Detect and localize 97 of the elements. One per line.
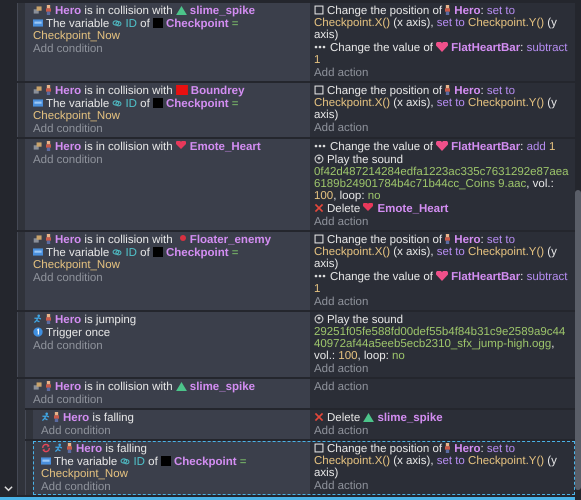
- dot-icon: [180, 235, 186, 241]
- heart-icon: [436, 271, 448, 281]
- action-text[interactable]: Delete slime_spike: [314, 412, 571, 424]
- event-handle[interactable]: [17, 232, 25, 310]
- condition-text[interactable]: Hero is jumping: [33, 314, 306, 326]
- add-action-link[interactable]: Add action: [314, 480, 368, 492]
- add-action-link[interactable]: Add action: [314, 122, 368, 134]
- add-action-link[interactable]: Add action: [314, 425, 368, 437]
- character-sprite-icon: [46, 85, 51, 95]
- collision-icon: [33, 141, 43, 151]
- action-text[interactable]: Change the position of Hero: set to Checkpoint.X() (x axis), set to Checkpoint.Y() (y axis): [314, 5, 571, 41]
- ellipsis-icon: [314, 45, 326, 49]
- character-sprite-icon: [46, 381, 51, 391]
- heart-icon: [176, 141, 186, 149]
- character-sprite-icon: [445, 5, 450, 15]
- ellipsis-icon: [314, 274, 326, 278]
- square-icon: [314, 443, 324, 453]
- delete-icon: [314, 203, 324, 213]
- character-sprite-icon: [46, 234, 51, 244]
- action-text[interactable]: Change the value of FlatHeartBar: subtract 1: [314, 271, 571, 295]
- square-object-icon: [152, 18, 163, 28]
- square-object-icon: [160, 456, 171, 466]
- character-sprite-icon: [445, 443, 450, 453]
- variable-icon: [33, 18, 43, 28]
- slime-icon: [176, 6, 187, 15]
- condition-text[interactable]: Hero is in collision with slime_spike: [33, 381, 306, 393]
- heart-icon: [436, 42, 448, 52]
- running-figure-icon: [54, 443, 64, 453]
- add-action-link[interactable]: Add action: [314, 296, 368, 308]
- collision-icon: [33, 381, 43, 391]
- collision-icon: [33, 5, 43, 15]
- event-handle[interactable]: [17, 3, 25, 81]
- trigger-once-icon: [33, 327, 43, 337]
- square-icon: [314, 85, 324, 95]
- event-handle[interactable]: [17, 312, 25, 377]
- action-text[interactable]: Change the position of Hero: set to Checkpoint.X() (x axis), set to Checkpoint.Y() (y axis): [314, 443, 571, 479]
- event-handle[interactable]: [17, 83, 25, 137]
- square-icon: [314, 5, 324, 15]
- condition-text[interactable]: Hero is in collision with slime_spike: [33, 5, 306, 17]
- event-handle[interactable]: [17, 379, 25, 495]
- condition-text[interactable]: Hero is in collision with Boundrey: [33, 85, 306, 97]
- action-text[interactable]: Change the position of Hero: set to Checkpoint.X() (x axis), set to Checkpoint.Y() (y axis): [314, 234, 571, 270]
- add-action-link[interactable]: Add action: [314, 216, 368, 228]
- action-text[interactable]: Change the position of Hero: set to Checkpoint.X() (x axis), set to Checkpoint.Y() (y axis): [314, 85, 571, 121]
- condition-text[interactable]: Hero is falling: [41, 412, 306, 424]
- add-action-link[interactable]: Add action: [314, 381, 368, 393]
- variable-icon: [33, 247, 43, 257]
- condition-text[interactable]: The variable ID of Checkpoint = Checkpoint_Now: [33, 98, 306, 122]
- condition-text[interactable]: Hero is falling: [41, 443, 306, 455]
- character-sprite-icon: [46, 5, 51, 15]
- event-handle[interactable]: [25, 441, 33, 495]
- condition-text[interactable]: Trigger once: [33, 327, 306, 339]
- event-handle[interactable]: [25, 410, 33, 439]
- square-object-icon: [152, 247, 163, 257]
- add-action-link[interactable]: Add action: [314, 363, 368, 375]
- action-text[interactable]: Play the sound 29251f05fe588fd00def55b4f84b31c9e2589a9c4440972af44a5eeb5ecb2310_sfx_jump-high.ogg, vol.: 100, loop: no: [314, 314, 571, 362]
- action-text[interactable]: Delete Emote_Heart: [314, 203, 571, 215]
- collision-icon: [33, 234, 43, 244]
- delete-icon: [314, 412, 324, 422]
- condition-text[interactable]: Hero is in collision with Emote_Heart: [33, 141, 306, 153]
- character-sprite-icon: [54, 412, 59, 422]
- speaker-icon: [314, 314, 324, 324]
- heart-icon: [436, 141, 448, 151]
- square-object-icon: [152, 98, 163, 108]
- speaker-icon: [314, 154, 324, 164]
- variable-icon: [33, 98, 43, 108]
- variable-link-icon: [112, 98, 122, 108]
- character-sprite-icon: [46, 141, 51, 151]
- ellipsis-icon: [314, 144, 326, 148]
- condition-text[interactable]: The variable ID of Checkpoint = Checkpoint_Now: [41, 456, 306, 480]
- character-sprite-icon: [445, 85, 450, 95]
- action-text[interactable]: Change the value of FlatHeartBar: subtract 1: [314, 42, 571, 66]
- scrollbar[interactable]: [575, 190, 581, 490]
- action-text[interactable]: Play the sound 0f42d487214284edfa1223ac335c7631292e87aea6189b24901784b4c71b44cc_Coins 9.aac, vol.: 100, loop: no: [314, 154, 571, 202]
- event-handle[interactable]: [17, 139, 25, 230]
- heart-icon: [363, 203, 374, 211]
- square-icon: [314, 234, 324, 244]
- variable-link-icon: [112, 247, 122, 257]
- condition-text[interactable]: The variable ID of Checkpoint = Checkpoint_Now: [33, 18, 306, 42]
- variable-link-icon: [112, 18, 122, 28]
- condition-text[interactable]: Hero is in collision with Floater_enemy: [33, 234, 306, 246]
- character-sprite-icon: [67, 443, 72, 453]
- add-action-link[interactable]: Add action: [314, 67, 368, 79]
- chevron-icon[interactable]: [4, 484, 13, 493]
- character-sprite-icon: [46, 314, 51, 324]
- condition-text[interactable]: The variable ID of Checkpoint = Checkpoint_Now: [33, 247, 306, 271]
- running-figure-icon: [33, 314, 43, 324]
- variable-icon: [41, 456, 51, 466]
- slime-icon: [363, 413, 374, 422]
- block-object-icon: [176, 85, 188, 95]
- character-sprite-icon: [445, 234, 450, 244]
- variable-link-icon: [120, 456, 130, 466]
- collision-icon: [33, 85, 43, 95]
- running-figure-icon: [41, 412, 51, 422]
- action-text[interactable]: Change the value of FlatHeartBar: add 1: [314, 141, 571, 153]
- slime-icon: [176, 382, 187, 391]
- circular-arrows-icon: [41, 443, 51, 453]
